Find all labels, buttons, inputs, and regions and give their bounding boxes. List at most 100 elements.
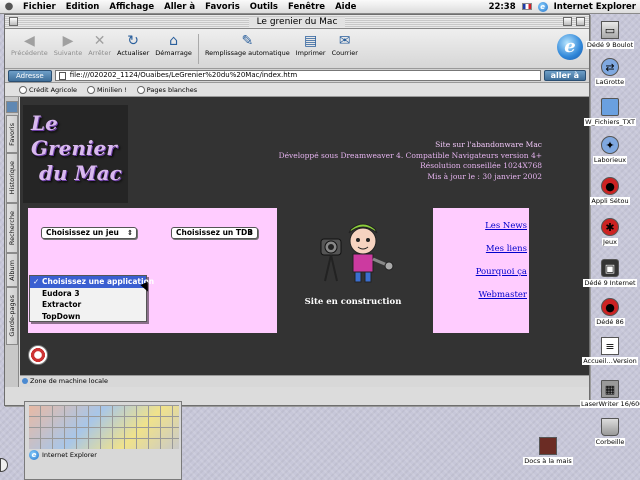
print-button[interactable]: ▤ Imprimer [296,29,326,58]
home-icon: ⌂ [169,32,179,49]
construction-mascot-image [320,223,394,283]
menu-aller-a[interactable]: Aller à [159,2,200,12]
desktop-icon-dede-internet[interactable]: ▣ Dédé 9 Internet [580,259,640,287]
address-bar: Adresse file:///020202_1124/Ouaibes/LeGr… [5,69,589,83]
favorite-minilien[interactable]: Minilien ! [87,85,127,94]
desktop-icon-appli-setou[interactable]: ● Appli Sétou [580,177,640,205]
app-menu-icon[interactable]: e [537,1,548,12]
refresh-icon: ↻ [127,32,139,49]
tab-garde-pages[interactable]: Garde-pages [6,287,18,345]
favorite-icon [87,85,96,94]
back-button[interactable]: ◀ Précédente [11,29,48,58]
menu-affichage[interactable]: Affichage [104,2,159,12]
palette-icon-grid[interactable] [29,405,179,449]
hard-disk-icon: ▭ [601,21,619,39]
menu-outils[interactable]: Outils [245,2,283,12]
address-input[interactable]: file:///020202_1124/Ouaibes/LeGrenier%20… [54,70,541,81]
desktop-icon-label: Docs à la mais [523,457,573,465]
desktop-icon-label: Dédé 86 [595,318,625,326]
info-line: Résolution conseillée 1024X768 [420,161,542,170]
title-bar[interactable]: Le grenier du Mac [5,15,589,29]
desktop-icon-label: Dédé 9 Internet [583,279,637,287]
tab-album[interactable]: Album [6,253,18,287]
browser-window: Le grenier du Mac ◀ Précédente ▶ Suivant… [4,14,590,406]
tab-historique[interactable]: Historique [6,153,18,203]
badge-icon[interactable] [28,345,48,365]
desktop-icon-jeux[interactable]: ✱ Jeux [580,218,640,246]
menu-fenetre[interactable]: Fenêtre [283,2,330,12]
home-button[interactable]: ⌂ Démarrage [155,29,192,58]
app-menu-label[interactable]: Internet Explorer [554,2,636,12]
link-mes-liens[interactable]: Mes liens [486,244,527,254]
tab-recherche[interactable]: Recherche [6,203,18,253]
forward-button[interactable]: ▶ Suivante [54,29,83,58]
desktop-icon-accueil-version[interactable]: ≡ Accueil…Version [580,337,640,365]
favorite-credit-agricole[interactable]: Crédit Agricole [19,85,78,94]
toolbar: ◀ Précédente ▶ Suivante ✕ Arrêter ↻ Actu… [5,29,589,69]
clock[interactable]: 22:38 [489,2,516,12]
tab-favoris[interactable]: Favoris [6,115,18,153]
favorites-bar: Crédit Agricole Minilien ! Pages blanche… [5,83,589,97]
desktop-icon-docs-a-la-mais[interactable]: Docs à la mais [518,437,578,465]
link-pourquoi-ca[interactable]: Pourquoi ça [476,267,527,277]
tdb-select[interactable]: Choisissez un TDB ⇕ [171,227,258,239]
collapsed-tab-handle[interactable] [0,458,8,472]
option-topdown[interactable]: TopDown [30,311,146,323]
favorite-icon [19,85,27,94]
menu-edition[interactable]: Edition [61,2,105,12]
favorite-pages-blanches[interactable]: Pages blanches [136,85,198,94]
option-label: Choisissez une application [42,277,155,286]
stop-label: Arrêter [88,49,112,57]
back-arrow-icon: ◀ [23,32,35,49]
option-label: TopDown [42,311,81,321]
option-extractor[interactable]: Extractor [30,299,146,311]
back-label: Précédente [11,49,48,57]
tdb-select-value: Choisissez un TDB [176,228,253,237]
stop-button[interactable]: ✕ Arrêter [88,29,112,58]
favorite-label: Pages blanches [146,85,198,94]
mail-label: Courrier [331,49,358,57]
option-eudora[interactable]: Eudora 3 [30,288,146,300]
nav-links-panel: Les News Mes liens Pourquoi ça Webmaster [433,208,529,333]
apple-menu-icon[interactable]: ● [0,1,18,12]
address-value: file:///020202_1124/Ouaibes/LeGrenier%20… [69,71,298,79]
desktop-icon-dede-boulot[interactable]: ▭ Dédé 9 Boulot [580,21,640,49]
palette-app-item[interactable]: e Internet Explorer [29,450,97,460]
link-les-news[interactable]: Les News [485,221,527,231]
desktop-icon-lagrotte[interactable]: ⇄ LaGrotte [580,58,640,86]
game-select[interactable]: Choisissez un jeu ⇕ [41,227,137,239]
autofill-label: Remplissage automatique [204,49,290,57]
desktop-icon-label: Laborieux [592,156,628,164]
palette-app-label: Internet Explorer [42,451,97,459]
option-choisissez-application[interactable]: ✓ Choisissez une application [30,276,154,288]
desktop-icon-label: LaGrotte [594,78,626,86]
favorite-label: Crédit Agricole [29,85,78,94]
info-line: Site sur l'abandonware Mac [435,140,542,149]
link-webmaster[interactable]: Webmaster [478,290,527,300]
info-line: Développé sous Dreamweaver 4. Compatible… [278,150,542,160]
document-icon: ≡ [601,337,619,355]
desktop-icon-dede-86[interactable]: ● Dédé 86 [580,298,640,326]
bug-icon: ✱ [601,218,619,236]
menu-favoris[interactable]: Favoris [200,2,245,12]
option-label: Eudora 3 [42,288,80,298]
keyboard-flag-icon[interactable] [521,3,532,10]
desktop-icon-corbeille[interactable]: Corbeille [580,418,640,446]
desktop-icon-laborieux[interactable]: ✦ Laborieux [580,136,640,164]
application-select-menu[interactable]: ✓ Choisissez une application Eudora 3 Ex… [29,275,154,323]
menu-fichier[interactable]: Fichier [18,2,61,12]
desktop-icon-laserwriter[interactable]: ▦ LaserWriter 16/600 PS [580,380,640,408]
address-label[interactable]: Adresse [8,69,52,82]
zoom-box-icon[interactable] [563,17,572,26]
explorer-bar-toggle-icon[interactable] [6,101,18,113]
mail-button[interactable]: ✉ Courrier [331,29,358,58]
desktop-icon-fichiers-txt[interactable]: W_Fichiers_TXT [580,98,640,126]
popup-arrows-icon: ⇕ [248,229,254,237]
option-label: Extractor [42,300,82,309]
menu-aide[interactable]: Aide [330,2,361,12]
ie-icon: e [29,450,39,460]
autofill-button[interactable]: ✎ Remplissage automatique [204,29,290,58]
refresh-button[interactable]: ↻ Actualiser [117,29,149,58]
mail-icon: ✉ [338,32,351,49]
close-box-icon[interactable] [9,17,18,26]
